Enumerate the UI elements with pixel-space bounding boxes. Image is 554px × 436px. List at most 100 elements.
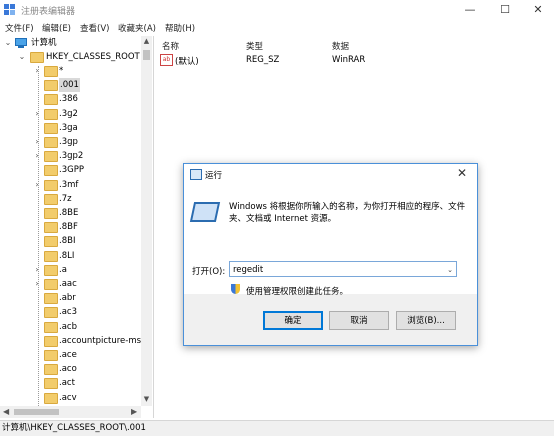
tree-item[interactable]: .acv xyxy=(0,391,140,405)
open-label: 打开(O): xyxy=(192,267,226,277)
folder-icon xyxy=(44,335,58,347)
tree-pane[interactable]: ⌄ 计算机 ⌄ HKEY_CLASSES_ROOT › * .001.386 › .3g… xyxy=(0,36,154,418)
column-header-type[interactable]: 类型 xyxy=(246,40,263,52)
tree-item-label: .3gp2 xyxy=(59,151,84,162)
expand-arrow-icon[interactable]: › xyxy=(33,135,41,149)
tree-item[interactable]: .3ga xyxy=(0,121,140,135)
run-dialog-close-button[interactable]: ✕ xyxy=(457,166,467,180)
tree-item-label: .001 xyxy=(59,78,80,93)
tree-item[interactable]: .ac3 xyxy=(0,305,140,319)
tree-item[interactable]: .act xyxy=(0,376,140,390)
tree-item[interactable]: › .aac xyxy=(0,277,140,291)
tree-item-label: .8BI xyxy=(59,236,76,247)
tree-item-label: .3g2 xyxy=(59,108,78,119)
tree-item[interactable]: .001 xyxy=(0,78,140,93)
tree-item[interactable]: .3GPP xyxy=(0,163,140,177)
maximize-button[interactable]: ☐ xyxy=(487,0,523,20)
tree-item[interactable]: .7z xyxy=(0,192,140,206)
tree-item[interactable]: .aco xyxy=(0,362,140,376)
tree-item[interactable]: .abr xyxy=(0,291,140,305)
folder-icon xyxy=(44,137,58,148)
browse-button[interactable]: 浏览(B)... xyxy=(396,311,456,330)
tree-hive[interactable]: ⌄ HKEY_CLASSES_ROOT xyxy=(0,50,140,64)
folder-icon xyxy=(44,392,58,404)
folder-icon xyxy=(44,94,58,106)
folder-icon xyxy=(44,307,58,319)
tree-item-label: .abr xyxy=(59,293,76,304)
folder-icon xyxy=(44,193,58,205)
tree-root-computer[interactable]: ⌄ 计算机 xyxy=(0,36,140,50)
tree-item[interactable]: › .3mf xyxy=(0,178,140,192)
tree-item-label: .3ga xyxy=(59,122,78,133)
scroll-up-icon[interactable]: ▲ xyxy=(141,37,152,45)
value-type: REG_SZ xyxy=(246,55,280,65)
close-button[interactable]: ✕ xyxy=(520,0,554,20)
tree-item[interactable]: .8BI xyxy=(0,234,140,248)
value-name[interactable]: (默认) xyxy=(175,55,199,67)
menu-help[interactable]: 帮助(H) xyxy=(165,22,195,34)
value-data: WinRAR xyxy=(332,55,366,65)
column-header-name[interactable]: 名称 xyxy=(162,40,179,52)
menu-view[interactable]: 查看(V) xyxy=(80,22,109,34)
folder-icon xyxy=(44,108,58,120)
tree-root-label: 计算机 xyxy=(31,38,57,48)
scroll-left-icon[interactable]: ◀ xyxy=(3,406,9,418)
scroll-down-icon[interactable]: ▼ xyxy=(141,395,152,403)
window-titlebar: 注册表编辑器 — ☐ ✕ xyxy=(0,0,554,20)
scroll-thumb[interactable] xyxy=(14,409,59,415)
expand-arrow-icon[interactable]: › xyxy=(33,64,41,78)
run-dialog-body: Windows 将根据你所输入的名称，为你打开相应的程序、文件夹、文档或 Int… xyxy=(184,184,477,297)
tree-item-label: * xyxy=(59,66,64,76)
tree-item[interactable]: .8BF xyxy=(0,220,140,234)
tree-item[interactable]: .acb xyxy=(0,320,140,334)
tree-item-label: .8LI xyxy=(59,250,75,261)
tree-item-label: .7z xyxy=(59,193,72,204)
menu-favorites[interactable]: 收藏夹(A) xyxy=(118,22,156,34)
cancel-button[interactable]: 取消 xyxy=(329,311,389,330)
tree-item[interactable]: › .3g2 xyxy=(0,107,140,121)
tree-item[interactable]: › * xyxy=(0,64,140,78)
tree-item[interactable]: .ace xyxy=(0,348,140,362)
tree-item-label: .ace xyxy=(59,350,77,360)
scroll-right-icon[interactable]: ▶ xyxy=(131,406,137,418)
tree-item-label: .3gp xyxy=(59,137,78,147)
tree-item[interactable]: .accountpicture-ms xyxy=(0,334,141,348)
folder-icon xyxy=(44,165,58,177)
folder-icon xyxy=(44,364,58,376)
tree-item-label: .acv xyxy=(59,392,77,403)
registry-editor-icon xyxy=(4,4,15,15)
collapse-arrow-icon[interactable]: ⌄ xyxy=(18,50,26,64)
collapse-arrow-icon[interactable]: ⌄ xyxy=(4,36,12,50)
expand-arrow-icon[interactable]: › xyxy=(33,107,41,121)
menu-edit[interactable]: 编辑(E) xyxy=(42,22,71,34)
folder-icon xyxy=(44,264,58,276)
minimize-button[interactable]: — xyxy=(452,0,488,20)
tree-item-label: .a xyxy=(59,264,67,275)
tree-item[interactable]: › .3gp2 xyxy=(0,149,140,163)
tree-item[interactable]: › .3gp xyxy=(0,135,140,149)
tree-item[interactable]: › .a xyxy=(0,263,140,277)
tree-item-label: .aco xyxy=(59,364,77,375)
expand-arrow-icon[interactable]: › xyxy=(33,149,41,163)
tree-item[interactable]: .386 xyxy=(0,92,140,106)
column-header-data[interactable]: 数据 xyxy=(332,40,349,52)
tree-item[interactable]: .8LI xyxy=(0,249,140,263)
admin-privilege-text: 使用管理权限创建此任务。 xyxy=(246,287,349,297)
ok-button[interactable]: 确定 xyxy=(263,311,323,330)
tree-item-label: .aac xyxy=(59,279,77,289)
tree-item-label: .386 xyxy=(59,94,78,105)
chevron-down-icon[interactable]: ⌄ xyxy=(447,262,453,278)
folder-icon xyxy=(44,236,58,248)
folder-icon xyxy=(44,208,58,219)
expand-arrow-icon[interactable]: › xyxy=(33,263,41,277)
menu-file[interactable]: 文件(F) xyxy=(5,22,34,34)
expand-arrow-icon[interactable]: › xyxy=(33,277,41,291)
run-dialog-title: 运行 xyxy=(205,171,223,181)
expand-arrow-icon[interactable]: › xyxy=(33,178,41,192)
scroll-thumb[interactable] xyxy=(143,50,150,60)
folder-icon xyxy=(44,179,58,191)
tree-horizontal-scrollbar[interactable]: ◀ ▶ xyxy=(0,406,141,418)
tree-vertical-scrollbar[interactable]: ▲ ▼ xyxy=(141,36,152,406)
open-input[interactable]: regedit ⌄ xyxy=(229,261,457,277)
tree-item[interactable]: .8BE xyxy=(0,206,140,220)
